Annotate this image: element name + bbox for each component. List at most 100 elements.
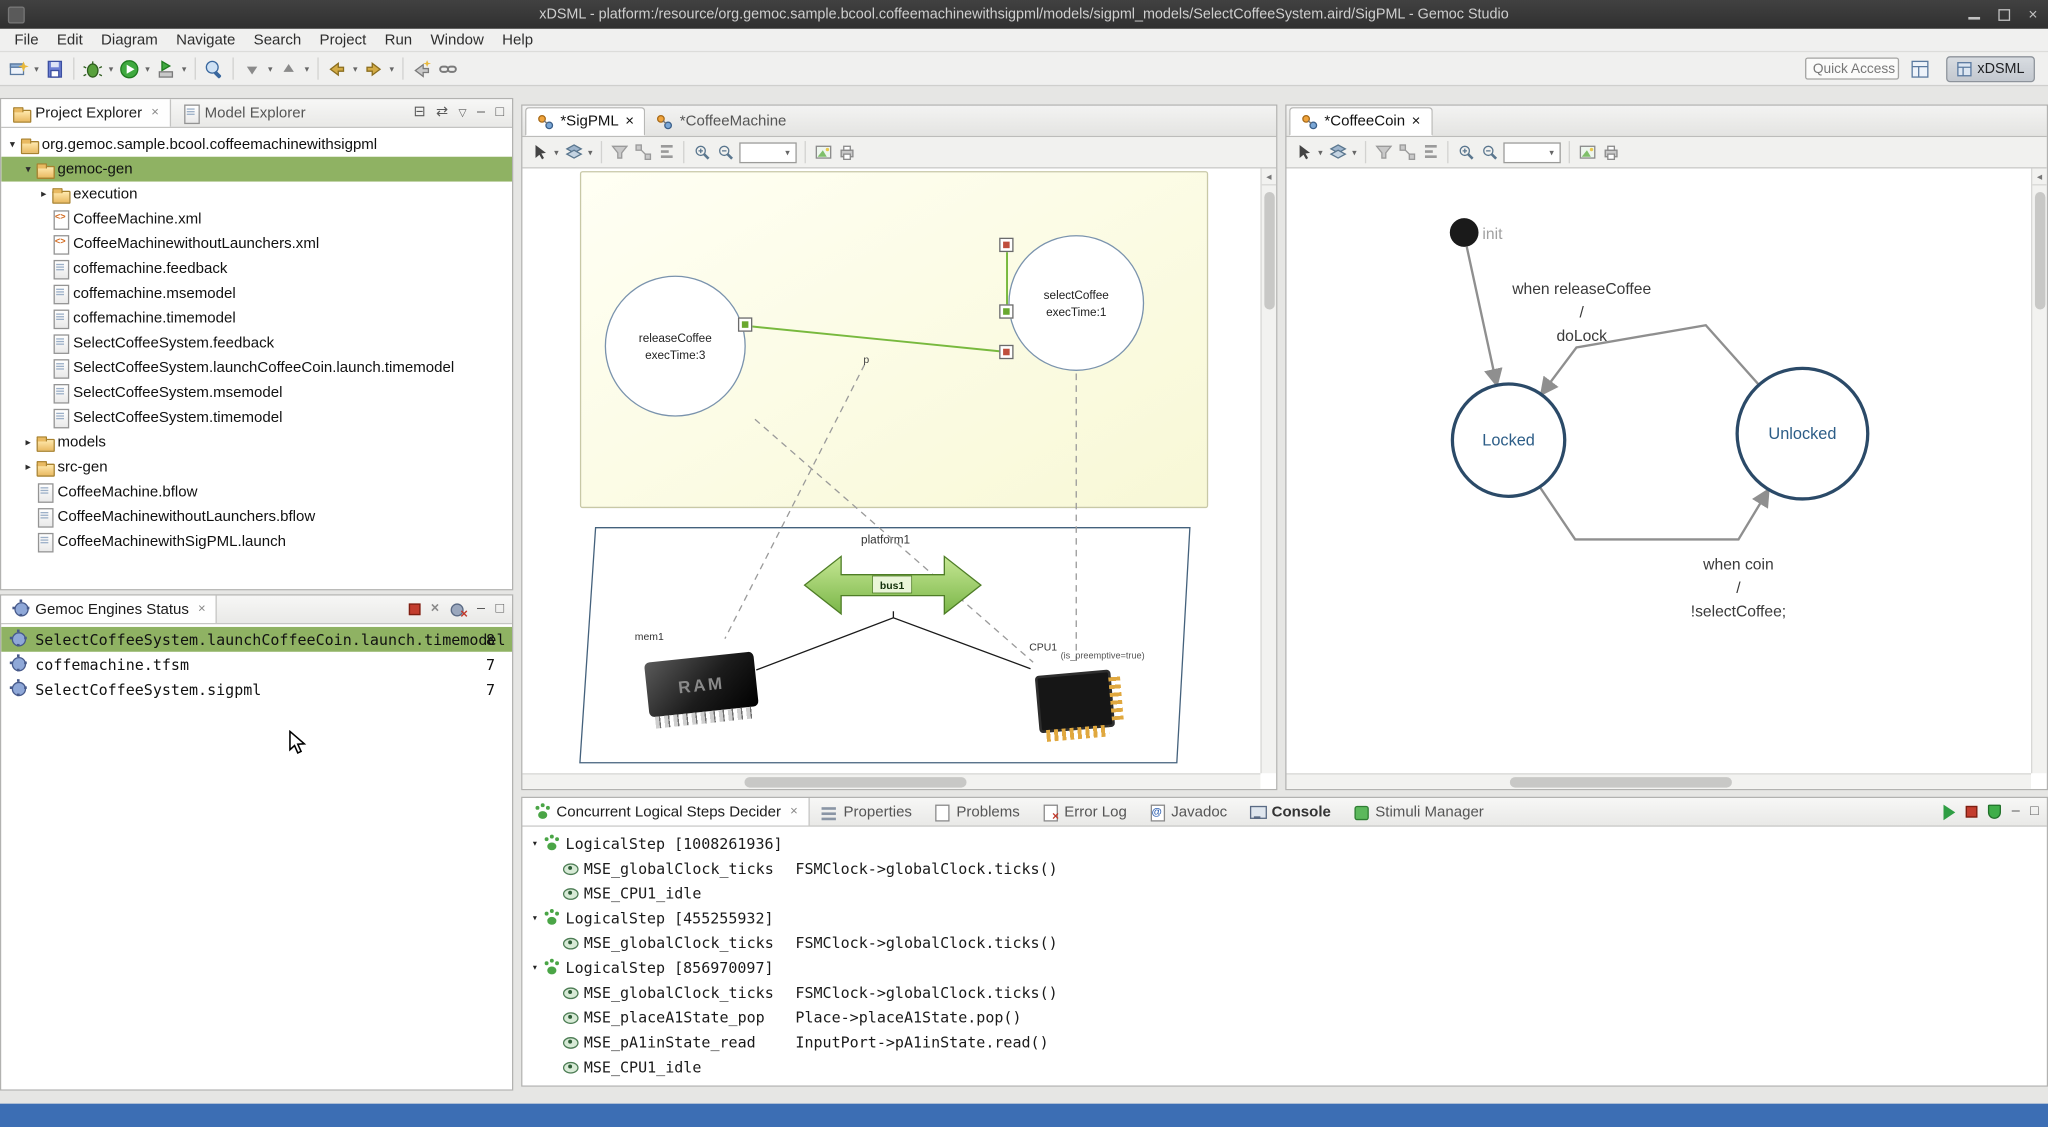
tree-item-coffeemachine-bflow[interactable]: CoffeeMachine.bflow <box>1 479 512 504</box>
close-tab-icon[interactable]: × <box>625 114 634 130</box>
tab-coffeecoin[interactable]: *CoffeeCoin × <box>1289 107 1432 136</box>
mse-row[interactable]: MSE_CPU1_idle <box>522 1054 2046 1079</box>
menu-project[interactable]: Project <box>310 32 375 48</box>
tab-javadoc[interactable]: Javadoc <box>1137 798 1237 825</box>
align-icon[interactable] <box>1418 140 1442 164</box>
cpu-node[interactable] <box>1035 669 1115 733</box>
tab-console[interactable]: Console <box>1238 798 1342 825</box>
application-node-releasecoffee[interactable]: releaseCoffee execTime:3 <box>605 276 746 417</box>
quick-access-input[interactable]: Quick Access <box>1805 57 1899 79</box>
input-port[interactable] <box>999 238 1013 252</box>
menu-search[interactable]: Search <box>245 32 311 48</box>
close-tab-icon[interactable]: × <box>1412 114 1421 130</box>
menu-help[interactable]: Help <box>493 32 542 48</box>
search-icon[interactable] <box>201 56 227 82</box>
minimize-view-icon[interactable]: – <box>477 602 485 616</box>
arrange-icon[interactable] <box>631 140 655 164</box>
tree-item-gemoc-gen[interactable]: ▾ gemoc-gen <box>1 157 512 182</box>
link-with-editor-icon[interactable] <box>435 56 461 82</box>
vertical-scrollbar[interactable]: ◂ <box>2031 168 2047 773</box>
select-tool-icon[interactable] <box>528 140 552 164</box>
palette-collapse-icon[interactable]: ◂ <box>2032 168 2046 185</box>
memory-node[interactable]: RAM <box>644 651 759 717</box>
stop-icon[interactable] <box>1966 806 1978 818</box>
layers-icon[interactable] <box>562 140 586 164</box>
tab-sigpml[interactable]: *SigPML × <box>525 107 646 136</box>
menu-file[interactable]: File <box>5 32 47 48</box>
perspective-xdsml-button[interactable]: xDSML <box>1946 56 2035 82</box>
vertical-sash[interactable] <box>513 98 521 1091</box>
menu-edit[interactable]: Edit <box>48 32 92 48</box>
engine-row-timemodel[interactable]: SelectCoffeeSystem.launchCoffeeCoin.laun… <box>1 627 512 652</box>
close-window-icon[interactable]: × <box>2028 8 2037 21</box>
tab-project-explorer[interactable]: Project Explorer × <box>1 99 170 126</box>
expander-icon[interactable]: ▸ <box>21 461 35 473</box>
open-perspective-icon[interactable] <box>1907 56 1933 82</box>
coffeecoin-canvas[interactable]: init when releaseCoffee / doLock Locked … <box>1287 168 2047 788</box>
filter-icon[interactable] <box>607 140 631 164</box>
next-annotation-dropdown-icon[interactable]: ▾ <box>265 63 275 73</box>
tree-item-feedback[interactable]: coffemachine.feedback <box>1 256 512 281</box>
layers-dropdown-icon[interactable]: ▾ <box>1349 147 1359 157</box>
mse-row[interactable]: MSE_globalClock_ticks FSMClock->globalCl… <box>522 856 2046 881</box>
remove-all-engines-icon[interactable] <box>450 601 467 618</box>
zoom-level-select[interactable]: ▾ <box>1503 142 1560 163</box>
expander-icon[interactable]: ▾ <box>528 961 542 973</box>
zoom-in-icon[interactable] <box>690 140 714 164</box>
mse-row[interactable]: MSE_placeA1State_pop Place->placeA1State… <box>522 1004 2046 1029</box>
forward-dropdown-icon[interactable]: ▾ <box>387 63 397 73</box>
tree-item-models[interactable]: ▸ models <box>1 430 512 455</box>
input-port[interactable] <box>999 304 1013 318</box>
debug-icon[interactable] <box>80 56 106 82</box>
engine-row-sigpml[interactable]: SelectCoffeeSystem.sigpml 7 <box>1 677 512 702</box>
tree-item-project-root[interactable]: ▾ org.gemoc.sample.bcool.coffeemachinewi… <box>1 132 512 157</box>
forward-icon[interactable] <box>360 56 386 82</box>
mse-row[interactable]: MSE_globalClock_ticks FSMClock->globalCl… <box>522 980 2046 1005</box>
save-icon[interactable] <box>42 56 68 82</box>
scrollbar-thumb[interactable] <box>2035 192 2045 310</box>
scrollbar-thumb[interactable] <box>1264 192 1274 310</box>
tab-properties[interactable]: Properties <box>810 798 923 825</box>
tree-item-scs-launch-timemodel[interactable]: SelectCoffeeSystem.launchCoffeeCoin.laun… <box>1 355 512 380</box>
expander-icon[interactable]: ▾ <box>21 163 35 175</box>
zoom-out-icon[interactable] <box>713 140 737 164</box>
back-icon[interactable] <box>324 56 350 82</box>
tree-item-launch-config[interactable]: CoffeeMachinewithSigPML.launch <box>1 529 512 554</box>
tab-model-explorer[interactable]: Model Explorer <box>171 99 316 126</box>
tab-error-log[interactable]: Error Log <box>1030 798 1137 825</box>
select-tool-dropdown-icon[interactable]: ▾ <box>1315 147 1325 157</box>
sigpml-canvas[interactable]: platform1 p bus1 releaseCoffee execTime:… <box>522 168 1276 788</box>
horizontal-scrollbar[interactable] <box>522 773 1260 789</box>
stop-engine-icon[interactable] <box>409 603 421 615</box>
zoom-in-icon[interactable] <box>1454 140 1478 164</box>
external-tools-dropdown-icon[interactable]: ▾ <box>179 63 189 73</box>
minimize-window-icon[interactable] <box>1968 9 1980 19</box>
tree-item-scs-timemodel[interactable]: SelectCoffeeSystem.timemodel <box>1 405 512 430</box>
maximize-view-icon[interactable]: □ <box>2030 805 2039 819</box>
maximize-window-icon[interactable] <box>1998 8 2010 20</box>
expander-icon[interactable]: ▸ <box>37 188 51 200</box>
mse-row[interactable]: MSE_CPU1_idle <box>522 880 2046 905</box>
arrange-icon[interactable] <box>1395 140 1419 164</box>
previous-annotation-icon[interactable] <box>276 56 302 82</box>
run-dropdown-icon[interactable]: ▾ <box>142 63 152 73</box>
back-dropdown-icon[interactable]: ▾ <box>350 63 360 73</box>
expander-icon[interactable]: ▾ <box>528 837 542 849</box>
tab-coffeemachine[interactable]: *CoffeeMachine <box>646 107 797 136</box>
close-tab-icon[interactable]: × <box>151 106 159 120</box>
align-icon[interactable] <box>654 140 678 164</box>
application-node-selectcoffee[interactable]: selectCoffee execTime:1 <box>1008 235 1144 371</box>
menu-run[interactable]: Run <box>375 32 421 48</box>
zoom-out-icon[interactable] <box>1477 140 1501 164</box>
horizontal-scrollbar[interactable] <box>1287 773 2031 789</box>
tab-stimuli-manager[interactable]: Stimuli Manager <box>1341 798 1494 825</box>
minimize-view-icon[interactable]: – <box>2012 805 2020 819</box>
new-wizard-icon[interactable] <box>5 56 31 82</box>
zoom-level-select[interactable]: ▾ <box>739 142 796 163</box>
debug-dropdown-icon[interactable]: ▾ <box>106 63 116 73</box>
engine-row-tfsm[interactable]: coffemachine.tfsm 7 <box>1 652 512 677</box>
tab-gemoc-engines-status[interactable]: Gemoc Engines Status × <box>1 596 217 623</box>
mse-row[interactable]: MSE_pA1inState_read InputPort->pA1inStat… <box>522 1029 2046 1054</box>
close-tab-icon[interactable]: × <box>790 805 798 819</box>
tree-item-execution[interactable]: ▸ execution <box>1 182 512 207</box>
